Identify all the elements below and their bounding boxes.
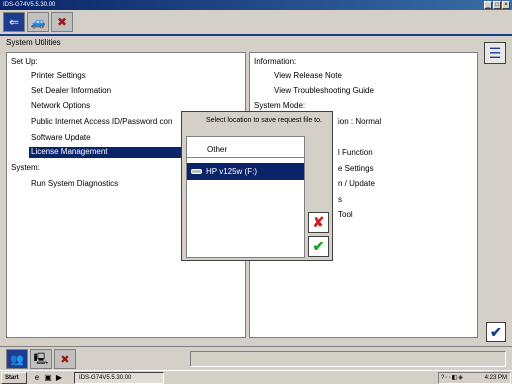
cancel-button[interactable]: ✘ (308, 212, 329, 233)
system-mode-heading: System Mode: (254, 101, 306, 110)
ok-button[interactable]: ✔ (308, 236, 329, 257)
title-bar: IDS-G74V5.5.30.00 _ □ × (0, 0, 512, 10)
status-field (190, 351, 506, 367)
back-arrow-icon[interactable]: ⇐ (3, 12, 25, 32)
usb-drive-icon (191, 169, 202, 175)
menu-item-software-update[interactable]: Software Update (31, 133, 91, 142)
menu-item-partial-s[interactable]: s (338, 195, 342, 204)
menu-item-settings[interactable]: e Settings (338, 164, 374, 173)
menu-item-tool[interactable]: Tool (338, 210, 353, 219)
dialog-prompt: Select location to save request file to. (206, 117, 322, 124)
windows-taskbar: Start e ▣ ▶ IDS-G74V5.5.30.00 ?◦◦◧◈ 4:23… (0, 370, 512, 384)
window-title: IDS-G74V5.5.30.00 (3, 2, 56, 8)
maximize-button[interactable]: □ (493, 1, 501, 9)
page-title: System Utilities (6, 38, 61, 47)
ie-icon[interactable]: e (32, 373, 42, 383)
close-button[interactable]: × (502, 1, 510, 9)
menu-item-dealer-info[interactable]: Set Dealer Information (31, 86, 111, 95)
folder-icon[interactable]: ▣ (43, 373, 53, 383)
bottom-toolbar: 👥 🖳 ✖ (0, 346, 512, 370)
car-icon[interactable]: 🚙 (27, 12, 49, 32)
menu-item-run-diagnostics[interactable]: Run System Diagnostics (31, 179, 118, 188)
menu-item-internet-access[interactable]: Public Internet Access ID/Password con (31, 117, 172, 126)
minimize-button[interactable]: _ (484, 1, 492, 9)
location-list[interactable]: Other HP v125w (F:) (186, 136, 305, 258)
wrench-tools-icon[interactable]: ✖ (51, 12, 73, 32)
taskbar-app-button[interactable]: IDS-G74V5.5.30.00 (74, 372, 164, 384)
list-menu-icon[interactable]: ☰ (484, 42, 506, 64)
menu-item-troubleshooting-guide[interactable]: View Troubleshooting Guide (274, 86, 374, 95)
information-heading: Information: (254, 57, 297, 66)
menu-item-update[interactable]: n / Update (338, 179, 375, 188)
menu-item-license-management[interactable]: License Management (29, 147, 203, 158)
location-option-other[interactable]: Other (187, 141, 304, 158)
wrench-tools-glyph: ✖ (56, 15, 68, 29)
save-location-dialog: Select location to save request file to.… (181, 111, 333, 261)
menu-item-network-options[interactable]: Network Options (31, 101, 90, 110)
window-controls: _ □ × (484, 1, 510, 9)
menu-item-printer-settings[interactable]: Printer Settings (31, 71, 86, 80)
menu-item-release-note[interactable]: View Release Note (274, 71, 342, 80)
system-tray: ?◦◦◧◈ 4:23 PM (438, 372, 511, 384)
confirm-check-icon[interactable]: ✔ (486, 322, 506, 342)
tools-icon[interactable]: ✖ (54, 349, 76, 369)
people-icon[interactable]: 👥 (6, 349, 28, 369)
clock: 4:23 PM (484, 375, 507, 381)
menu-item-mode-normal[interactable]: ion : Normal (338, 117, 381, 126)
menu-item-function[interactable]: l Function (338, 148, 373, 157)
setup-heading: Set Up: (11, 57, 38, 66)
header-divider (0, 34, 512, 36)
drive-label: HP v125w (F:) (206, 167, 257, 176)
computer-icon[interactable]: 🖳 (30, 349, 52, 369)
system-heading: System: (11, 163, 40, 172)
tray-icons[interactable]: ?◦◦◧◈ (441, 373, 464, 383)
top-toolbar: ⇐ 🚙 ✖ (0, 10, 512, 34)
start-button[interactable]: Start (1, 372, 27, 384)
location-option-drive[interactable]: HP v125w (F:) (187, 163, 304, 180)
media-icon[interactable]: ▶ (54, 373, 64, 383)
